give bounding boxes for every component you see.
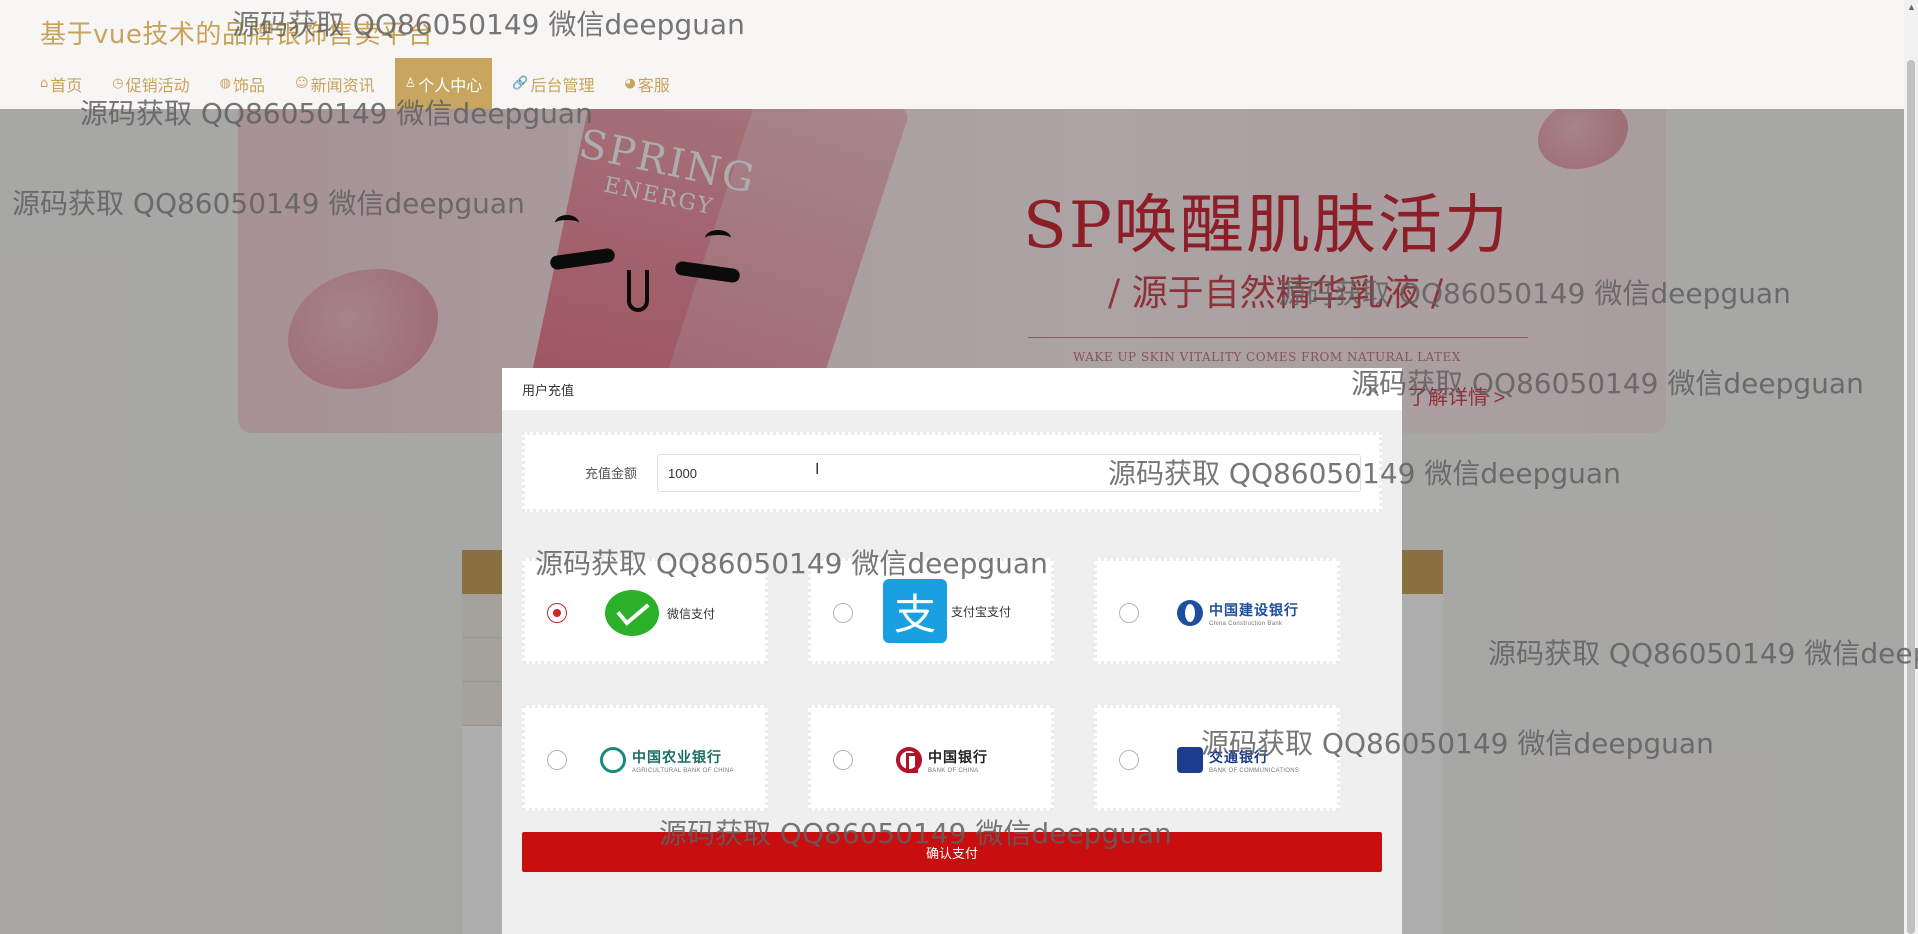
nav-home[interactable]: ⌂ 首页: [30, 58, 92, 109]
ccb-icon: [1177, 600, 1203, 626]
boc-logo: 中国银行 BANK OF CHINA: [896, 728, 988, 792]
radio-wechat[interactable]: [547, 603, 567, 623]
radio-abc[interactable]: [547, 750, 567, 770]
wechat-logo: 微信支付: [605, 581, 715, 645]
nav-label: 促销活动: [125, 75, 190, 95]
bank-name: 中国银行: [928, 749, 988, 766]
radio-ccb[interactable]: [1119, 603, 1139, 623]
service-icon: ◕: [624, 76, 636, 91]
nav-news[interactable]: ☺ 新闻资讯: [285, 58, 385, 109]
bank-name: 中国农业银行: [632, 749, 722, 766]
payment-label: 微信支付: [667, 606, 716, 621]
amount-label: 充值金额: [585, 466, 638, 481]
nav-label: 个人中心: [418, 75, 483, 95]
nav-accessories[interactable]: ◍ 饰品: [210, 58, 275, 109]
wechat-icon: [605, 590, 659, 636]
nav-promotions[interactable]: ◷ 促销活动: [102, 58, 199, 109]
close-icon[interactable]: ×: [1364, 378, 1382, 403]
payment-option-bocom[interactable]: 交通银行 BANK OF COMMUNICATIONS: [1094, 705, 1340, 811]
bank-name-en: BANK OF COMMUNICATIONS: [1209, 767, 1300, 774]
nav-customer-service[interactable]: ◕ 客服: [614, 58, 679, 109]
radio-bocom[interactable]: [1119, 750, 1139, 770]
bocom-icon: [1177, 747, 1203, 773]
nav-label: 后台管理: [530, 75, 595, 95]
bank-name-en: BANK OF CHINA: [928, 767, 979, 774]
abc-logo: 中国农业银行 AGRICULTURAL BANK OF CHINA: [600, 728, 734, 792]
chevron-down-icon[interactable]: ⌄: [1345, 463, 1354, 476]
payment-option-ccb[interactable]: 中国建设银行 China Construction Bank: [1094, 558, 1340, 664]
amount-section: 充值金额 I ⌄: [522, 432, 1382, 512]
nav-label: 首页: [50, 75, 83, 95]
payment-option-boc[interactable]: 中国银行 BANK OF CHINA: [808, 705, 1054, 811]
ccb-logo: 中国建设银行 China Construction Bank: [1177, 581, 1299, 645]
amount-input[interactable]: [657, 454, 1361, 492]
radio-alipay[interactable]: [833, 603, 853, 623]
nav-label: 新闻资讯: [310, 75, 375, 95]
radio-boc[interactable]: [833, 750, 853, 770]
nav-personal-center[interactable]: ♙ 个人中心: [394, 58, 493, 109]
text-cursor-icon: I: [815, 461, 820, 478]
confirm-payment-button[interactable]: 确认支付: [522, 832, 1382, 872]
scroll-up-icon[interactable]: ▲: [1907, 2, 1916, 12]
nav-label: 客服: [637, 75, 670, 95]
payment-option-abc[interactable]: 中国农业银行 AGRICULTURAL BANK OF CHINA: [522, 705, 768, 811]
bank-name-en: China Construction Bank: [1209, 620, 1283, 627]
site-header: 基于vue技术的品牌银饰售卖平台 ⌂ 首页 ◷ 促销活动 ◍ 饰品 ☺ 新闻资讯…: [0, 0, 1904, 109]
clock-icon: ◷: [112, 76, 124, 91]
news-icon: ☺: [295, 76, 309, 91]
payment-label: 支付宝支付: [951, 604, 1012, 619]
page-scrollbar[interactable]: ▲: [1904, 0, 1918, 934]
boc-icon: [896, 747, 922, 773]
recharge-modal: 用户充值 × 充值金额 I ⌄ 微信支付 支 支付宝支付 中国建设银行 Chin…: [502, 368, 1402, 934]
payment-option-alipay[interactable]: 支 支付宝支付: [808, 558, 1054, 664]
bocom-logo: 交通银行 BANK OF COMMUNICATIONS: [1177, 728, 1299, 792]
payment-option-wechat[interactable]: 微信支付: [522, 558, 768, 664]
link-icon: 🔗: [512, 76, 529, 91]
nav-admin[interactable]: 🔗 后台管理: [502, 58, 604, 109]
modal-title: 用户充值: [522, 382, 575, 398]
site-title: 基于vue技术的品牌银饰售卖平台: [40, 20, 434, 50]
scrollbar-thumb[interactable]: [1907, 60, 1915, 934]
abc-icon: [600, 747, 626, 773]
bank-name: 交通银行: [1209, 749, 1269, 766]
modal-header: 用户充值 ×: [502, 368, 1402, 410]
bank-name: 中国建设银行: [1209, 602, 1299, 619]
goods-icon: ◍: [219, 76, 231, 91]
bank-name-en: AGRICULTURAL BANK OF CHINA: [632, 767, 734, 774]
nav-label: 饰品: [232, 75, 265, 95]
home-icon: ⌂: [40, 76, 49, 91]
alipay-icon: 支: [883, 579, 947, 643]
user-icon: ♙: [404, 76, 417, 91]
alipay-logo: 支 支付宝支付: [883, 579, 1011, 643]
main-nav: ⌂ 首页 ◷ 促销活动 ◍ 饰品 ☺ 新闻资讯 ♙ 个人中心 🔗 后台管理 ◕ …: [30, 58, 690, 109]
